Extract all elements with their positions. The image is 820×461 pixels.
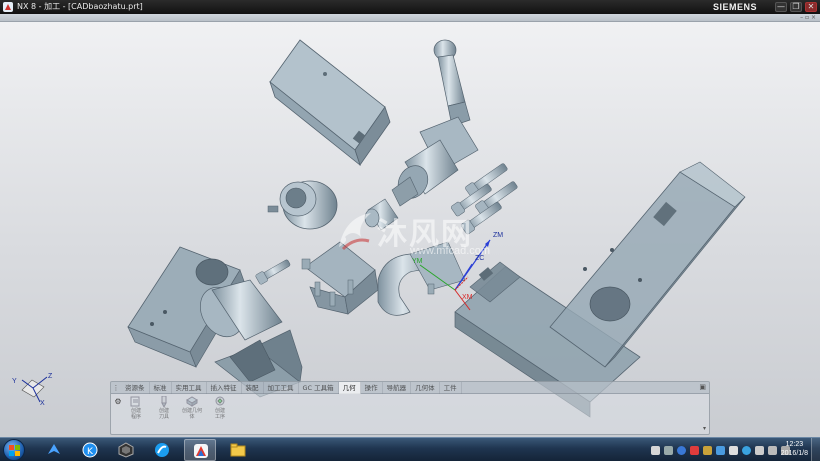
tab-resource-bar[interactable]: 资源条 — [121, 381, 150, 394]
tab-assembly[interactable]: 装配 — [242, 381, 264, 394]
taskbar-clock[interactable]: 12:23 2016/1/8 — [781, 440, 808, 458]
windows-logo-icon — [9, 445, 20, 456]
cylinder-housing-part[interactable] — [391, 116, 479, 207]
chevron-down-icon[interactable]: ▾ — [703, 425, 706, 432]
zm-axis-label: ZM — [493, 232, 504, 239]
create-program-button[interactable]: 创建 程序 — [125, 396, 147, 420]
taskbar-app-xunlei[interactable] — [38, 439, 70, 461]
nx-app-icon — [3, 2, 13, 12]
create-operation-label: 创建 工序 — [214, 408, 225, 420]
taskbar-app-nx[interactable] — [184, 439, 216, 461]
window-title: NX 8 - 加工 - [CADbaozhatu.prt] — [17, 2, 143, 11]
shield-icon[interactable] — [716, 445, 725, 455]
bushing-part[interactable] — [267, 180, 338, 230]
tray-icon-5[interactable] — [729, 445, 738, 455]
taskbar-app-kugou[interactable]: K — [74, 439, 106, 461]
ribbon-strip: – ▫ × — [0, 14, 820, 22]
small-bolt-part[interactable] — [255, 257, 292, 285]
create-tool-button[interactable]: 创建 刀具 — [153, 396, 175, 420]
create-program-icon — [130, 396, 140, 407]
tab-standard[interactable]: 标准 — [150, 381, 172, 394]
start-button[interactable] — [3, 439, 25, 461]
explorer-icon — [230, 443, 246, 457]
windows-taskbar: K 12:23 2016/1/8 — [0, 437, 820, 461]
flag-icon[interactable] — [755, 445, 764, 455]
view-triad[interactable] — [21, 376, 48, 403]
handle-lever-part[interactable] — [433, 39, 471, 127]
tab-insert-feature[interactable]: 插入特征 — [207, 381, 242, 394]
tab-operation[interactable]: 操作 — [361, 381, 383, 394]
close-button[interactable]: ✕ — [805, 2, 817, 12]
tab-geometry-body[interactable]: 几何体 — [411, 381, 440, 394]
tray-icon-4[interactable] — [703, 445, 712, 455]
gear-icon[interactable]: ⚙ — [113, 397, 123, 407]
tray-icon-1[interactable] — [651, 445, 660, 455]
tab-navigator[interactable]: 导航器 — [383, 381, 412, 394]
create-geometry-icon — [186, 396, 198, 407]
tab-utilities[interactable]: 实用工具 — [172, 381, 207, 394]
show-desktop-button[interactable] — [811, 438, 820, 461]
grip-icon[interactable]: ⋮ — [111, 382, 121, 394]
network-icon[interactable] — [742, 445, 751, 455]
create-operation-icon — [215, 396, 225, 406]
speaker-icon[interactable] — [768, 445, 777, 455]
taskbar-app-browser[interactable] — [146, 439, 178, 461]
tray-icon-2[interactable] — [664, 445, 673, 455]
nx-cube-icon — [118, 442, 134, 458]
watermark-logo-icon — [339, 213, 371, 251]
create-tool-icon — [161, 396, 167, 407]
title-bar: NX 8 - 加工 - [CADbaozhatu.prt] SIEMENS — … — [0, 0, 820, 14]
create-geometry-button[interactable]: 创建几何 体 — [181, 396, 203, 420]
xm-axis-label: XM — [462, 294, 473, 301]
tab-workpiece[interactable]: 工件 — [440, 381, 462, 394]
top-block-part[interactable] — [269, 39, 391, 167]
clock-time: 12:23 — [785, 441, 804, 448]
siemens-logo: SIEMENS — [712, 2, 757, 12]
pin-icon[interactable]: ▣ — [699, 383, 706, 391]
nx-app-icon — [194, 444, 208, 458]
create-tool-label: 创建 刀具 — [158, 408, 169, 420]
floating-toolbar-panel[interactable]: ⋮ 资源条 标准 实用工具 插入特征 装配 加工工具 GC 工具箱 几何 操作 … — [110, 381, 710, 435]
help-icon[interactable] — [677, 445, 686, 455]
zc-axis-label: ZC — [475, 255, 485, 262]
triad-z-label: Z — [48, 373, 53, 380]
browser-icon — [155, 443, 169, 457]
create-operation-button[interactable]: 创建 工序 — [209, 396, 231, 420]
ym-axis-label: YM — [412, 258, 423, 265]
clock-date: 2016/1/8 — [780, 450, 808, 457]
taskbar-app-explorer[interactable] — [222, 439, 254, 461]
taskbar-app-cube[interactable] — [110, 439, 142, 461]
tab-machining-tools[interactable]: 加工工具 — [264, 381, 299, 394]
tray-icon-3[interactable] — [690, 445, 699, 455]
tab-geometry[interactable]: 几何 — [338, 381, 361, 394]
tab-gc-toolbox[interactable]: GC 工具箱 — [299, 381, 339, 394]
minimize-button[interactable]: — — [775, 2, 787, 12]
toolbar-tabs: ⋮ 资源条 标准 实用工具 插入特征 装配 加工工具 GC 工具箱 几何 操作 … — [111, 381, 709, 394]
triad-y-label: Y — [12, 378, 17, 385]
system-tray — [651, 440, 790, 460]
graphics-window[interactable]: 沐风网 www.mfcad.com ZM ZC YM XM Y Z X — [0, 22, 820, 437]
create-program-label: 创建 程序 — [130, 408, 141, 420]
toolbar-tools: 创建 程序 创建 刀具 创建几何 体 创建 工序 — [125, 396, 231, 420]
ribbon-mini-controls[interactable]: – ▫ × — [800, 14, 816, 22]
kugou-icon: K — [82, 442, 98, 458]
restore-button[interactable]: ❐ — [790, 2, 802, 12]
create-geometry-label: 创建几何 体 — [181, 408, 202, 420]
xunlei-icon — [48, 444, 60, 454]
triad-x-label: X — [40, 400, 45, 407]
